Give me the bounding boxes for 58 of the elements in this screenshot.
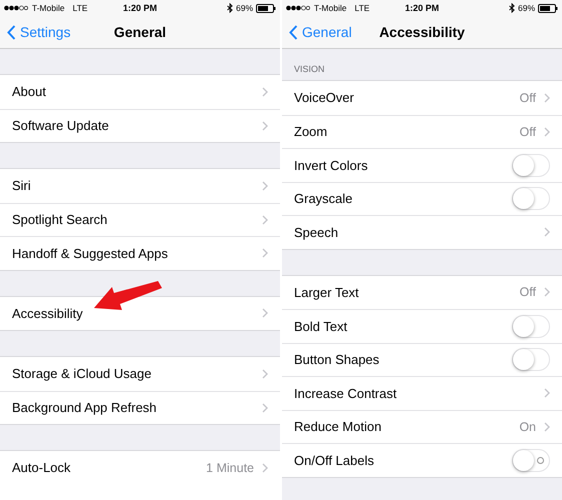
network-type: LTE <box>354 3 370 13</box>
settings-row[interactable]: On/Off Labels <box>282 443 562 476</box>
settings-row[interactable]: VoiceOver Off <box>282 81 562 114</box>
chevron-icon <box>262 86 268 97</box>
chevron-icon <box>262 214 268 225</box>
signal-icon <box>4 5 28 11</box>
chevron-icon <box>544 422 550 432</box>
toggle-switch[interactable] <box>512 187 550 210</box>
settings-row[interactable]: Siri <box>0 169 280 202</box>
toggle-switch[interactable] <box>512 348 550 372</box>
network-type: LTE <box>72 3 88 13</box>
settings-row[interactable]: Background App Refresh <box>0 390 280 424</box>
battery-icon <box>538 4 558 12</box>
chevron-icon <box>544 388 550 398</box>
chevron-icon <box>262 402 268 413</box>
signal-icon <box>286 5 310 11</box>
toggle-switch[interactable] <box>512 154 550 177</box>
chevron-icon <box>262 462 268 473</box>
settings-row[interactable]: Zoom Off <box>282 114 562 148</box>
settings-row[interactable]: Invert Colors <box>282 148 562 182</box>
back-chevron-icon <box>7 24 16 40</box>
battery-percent: 69% <box>236 3 253 13</box>
chevron-icon <box>262 248 268 258</box>
chevron-icon <box>262 308 268 318</box>
chevron-icon <box>262 180 268 191</box>
settings-row[interactable]: About <box>0 75 280 108</box>
status-time: 1:20 PM <box>405 3 439 13</box>
settings-row[interactable]: Software Update <box>0 108 280 142</box>
settings-row[interactable]: Grayscale <box>282 182 562 215</box>
bluetooth-icon <box>226 3 233 13</box>
settings-row[interactable]: Bold Text <box>282 309 562 342</box>
settings-row[interactable]: Reduce Motion On <box>282 410 562 443</box>
settings-row[interactable]: Increase Contrast <box>282 376 562 410</box>
settings-row[interactable]: Larger Text Off <box>282 276 562 309</box>
carrier-name: T-Mobile <box>32 3 65 13</box>
settings-row[interactable]: Handoff & Suggested Apps <box>0 236 280 270</box>
settings-row[interactable]: Spotlight Search <box>0 202 280 236</box>
chevron-icon <box>262 120 268 131</box>
battery-percent: 69% <box>518 3 535 13</box>
bluetooth-icon <box>508 3 515 13</box>
carrier-name: T-Mobile <box>314 3 347 13</box>
chevron-icon <box>544 126 550 137</box>
chevron-icon <box>262 368 268 379</box>
toggle-switch[interactable] <box>512 314 550 338</box>
settings-row[interactable]: Speech <box>282 215 562 248</box>
settings-row[interactable]: Accessibility <box>0 296 280 330</box>
settings-row[interactable]: Button Shapes <box>282 342 562 376</box>
chevron-icon <box>544 287 550 298</box>
back-chevron-icon <box>289 24 298 40</box>
chevron-icon <box>544 227 550 238</box>
nav-title: Accessibility <box>379 24 465 40</box>
battery-icon <box>256 4 276 12</box>
chevron-icon <box>544 92 550 103</box>
settings-row[interactable]: Storage & iCloud Usage <box>0 357 280 390</box>
nav-title: General <box>114 24 166 40</box>
toggle-switch[interactable] <box>512 448 550 472</box>
status-time: 1:20 PM <box>123 3 157 13</box>
section-header: VISION <box>294 64 325 74</box>
